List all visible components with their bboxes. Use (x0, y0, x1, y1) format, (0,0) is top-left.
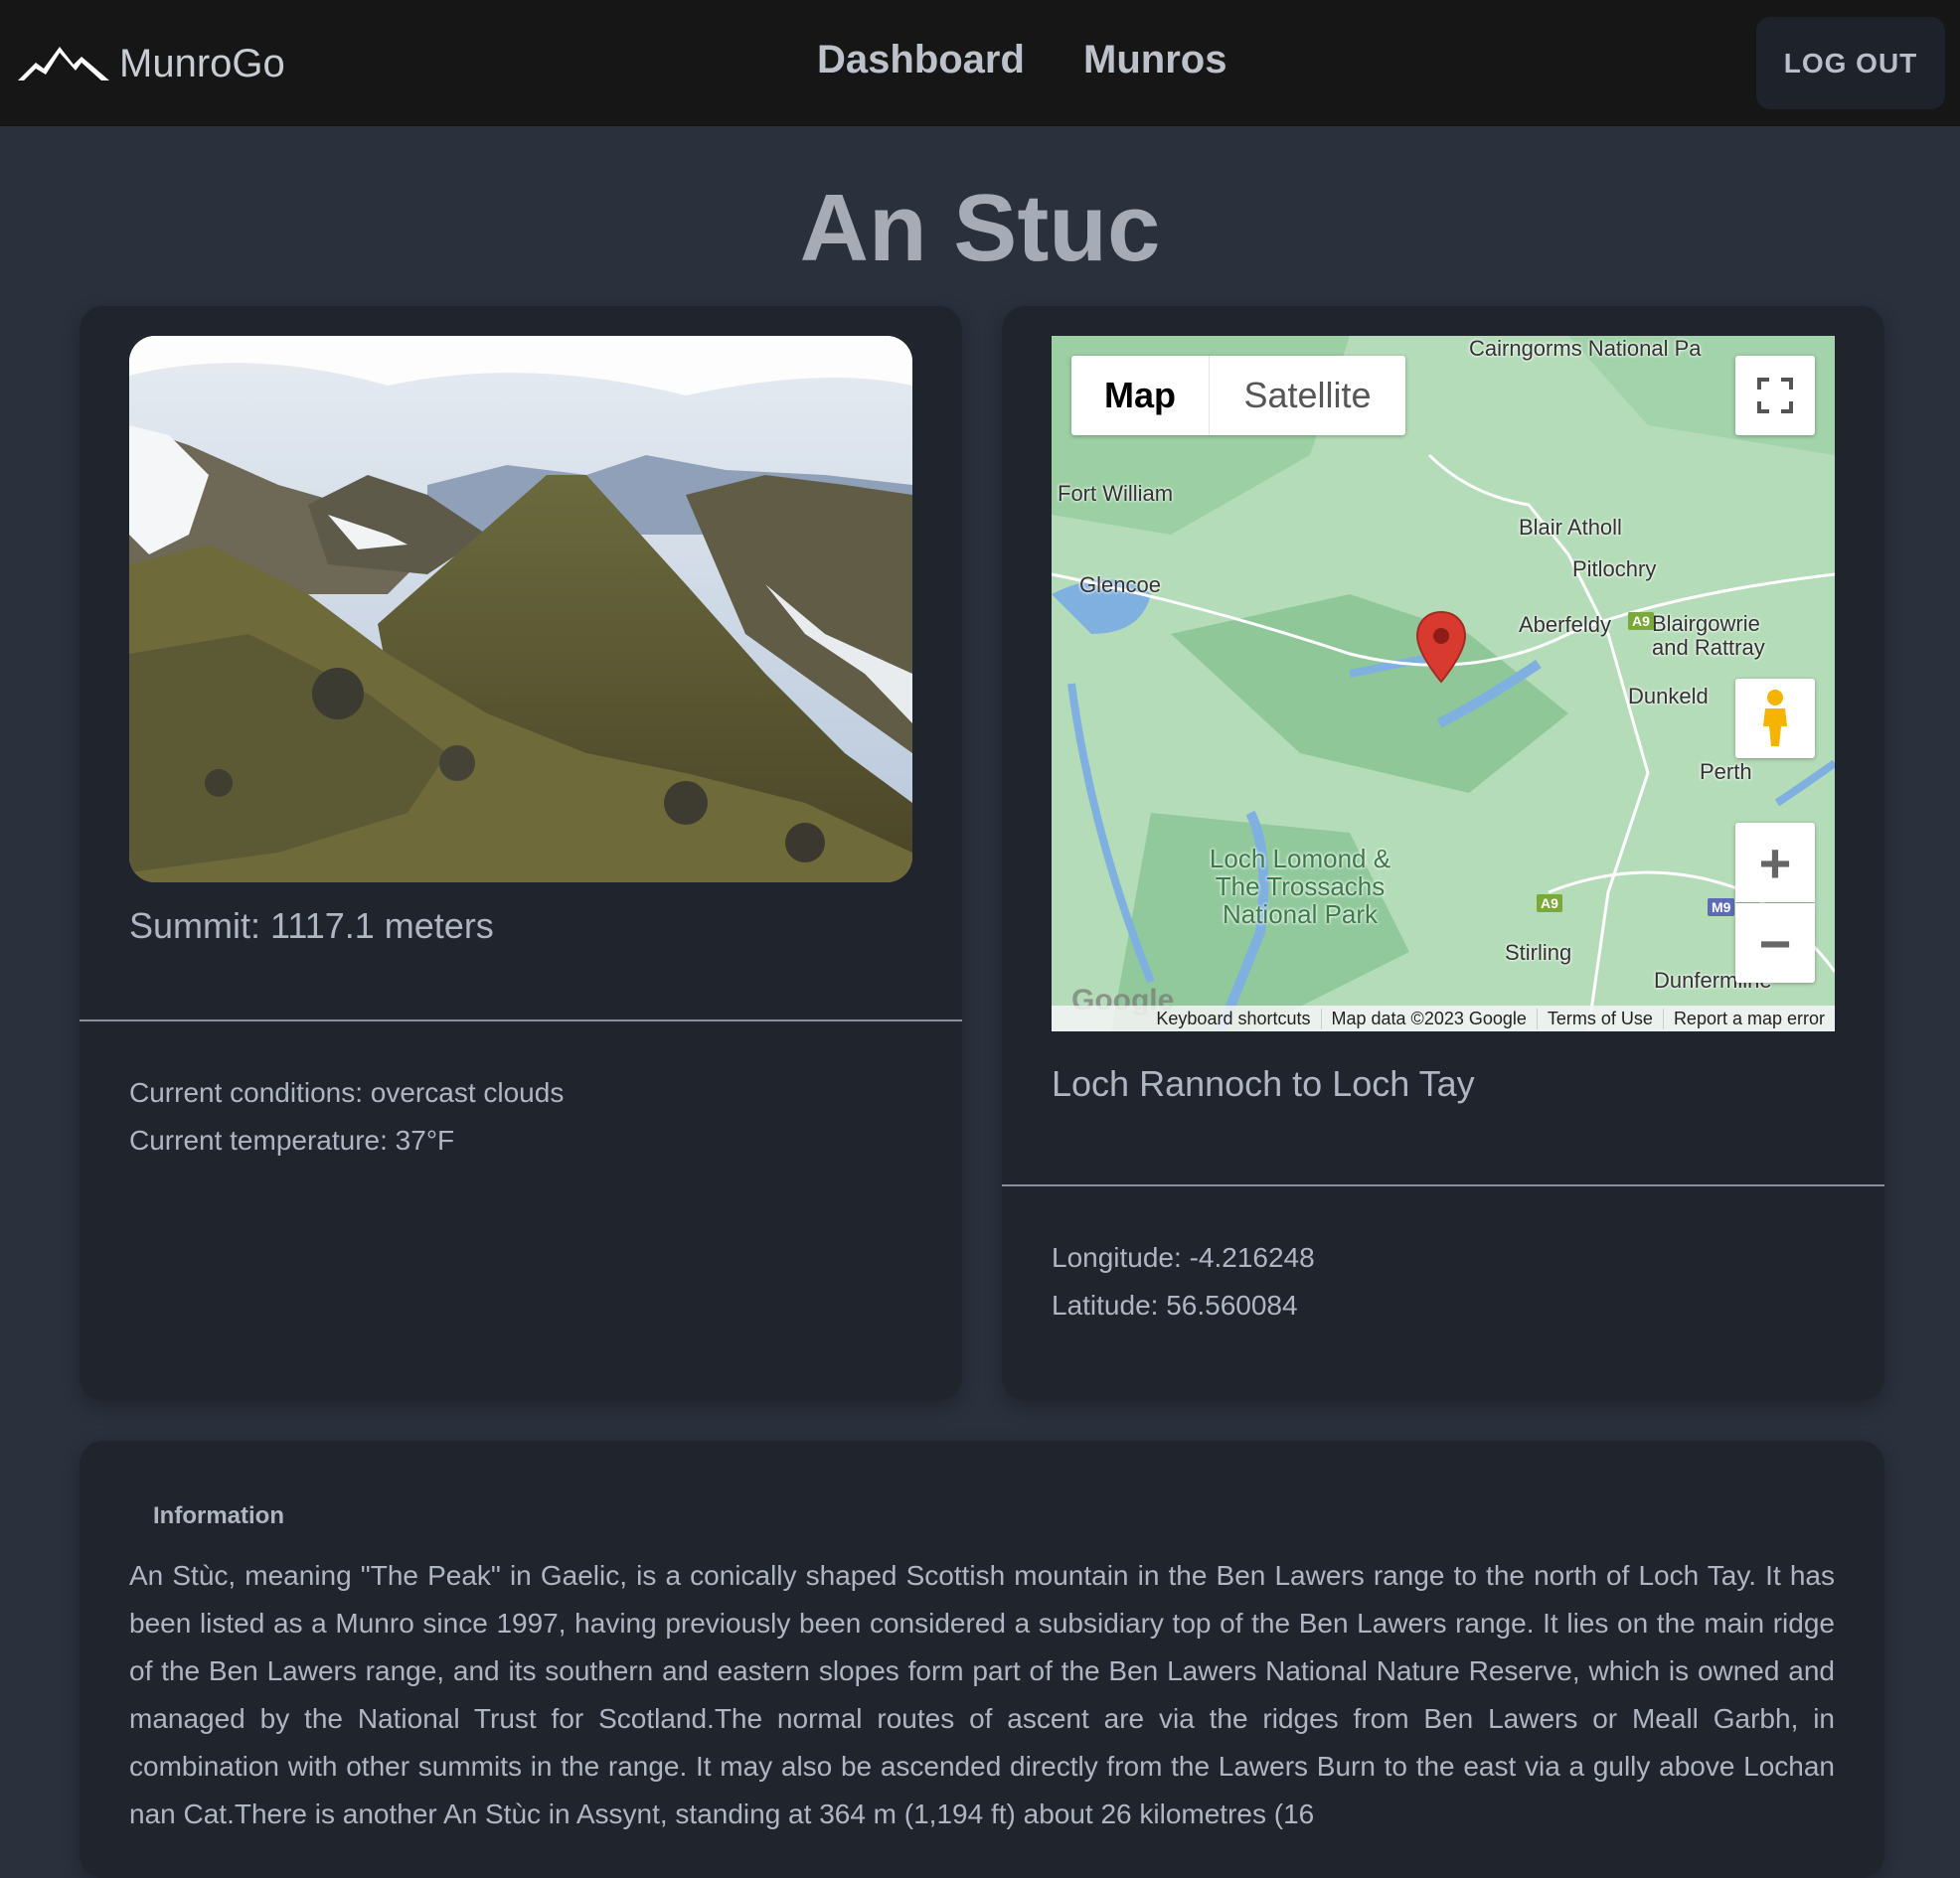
map-pin-icon[interactable] (1415, 610, 1467, 689)
map-label: Glencoe (1079, 572, 1161, 597)
mountain-logo-icon (18, 39, 109, 89)
divider (1002, 1184, 1884, 1186)
current-temperature: Current temperature: 37°F (129, 1125, 455, 1156)
map[interactable]: Map Satellite Cairngorms National Pa For… (1052, 336, 1835, 1031)
summit-height: Summit: 1117.1 meters (129, 905, 494, 946)
brand-name: MunroGo (119, 41, 285, 85)
zoom-out-icon[interactable]: − (1735, 903, 1815, 983)
mountain-photo (129, 336, 912, 882)
fullscreen-icon[interactable] (1735, 356, 1815, 435)
nav-link-munros[interactable]: Munros (1083, 38, 1226, 82)
divider (80, 1019, 962, 1021)
map-label: Aberfeldy (1519, 612, 1611, 637)
current-conditions: Current conditions: overcast clouds (129, 1077, 565, 1108)
map-label: Pitlochry (1572, 556, 1657, 581)
terms-of-use-link[interactable]: Terms of Use (1536, 1008, 1663, 1029)
map-label: Fort William (1058, 481, 1174, 506)
route-name: Loch Rannoch to Loch Tay (1052, 1063, 1475, 1104)
map-attribution: Keyboard shortcuts Map data ©2023 Google… (1052, 1006, 1835, 1031)
map-label: Blair Atholl (1519, 515, 1622, 540)
map-type-map-button[interactable]: Map (1071, 356, 1210, 435)
brand[interactable]: MunroGo (18, 40, 285, 87)
park-label: Loch Lomond & The Trossachs National Par… (1209, 844, 1391, 929)
summit-card: Summit: 1117.1 meters Current conditions… (80, 306, 962, 1401)
map-data-credit: Map data ©2023 Google (1320, 1008, 1537, 1029)
road-shield: A9 (1628, 612, 1654, 630)
logout-button[interactable]: LOG OUT (1756, 17, 1945, 109)
map-type-satellite-button[interactable]: Satellite (1210, 356, 1405, 435)
information-heading: Information (153, 1502, 284, 1529)
nav-link-dashboard[interactable]: Dashboard (817, 38, 1025, 82)
pegman-icon[interactable] (1735, 679, 1815, 758)
navbar: MunroGo Dashboard Munros LOG OUT (0, 0, 1960, 127)
map-type-toggle: Map Satellite (1071, 356, 1405, 435)
map-label: Dunkeld (1628, 684, 1709, 708)
map-label: Perth (1700, 759, 1752, 784)
zoom-in-icon[interactable]: + (1735, 823, 1815, 902)
map-label: Blairgowrie and Rattray (1652, 611, 1765, 660)
information-text: An Stùc, meaning "The Peak" in Gaelic, i… (129, 1560, 1835, 1829)
road-shield: A9 (1537, 894, 1562, 912)
longitude: Longitude: -4.216248 (1052, 1242, 1315, 1273)
page-title: An Stuc (799, 175, 1161, 281)
latitude: Latitude: 56.560084 (1052, 1290, 1298, 1321)
keyboard-shortcuts-link[interactable]: Keyboard shortcuts (1146, 1009, 1320, 1029)
report-map-error-link[interactable]: Report a map error (1662, 1008, 1835, 1029)
map-label: Cairngorms National Pa (1469, 336, 1702, 361)
information-card: Information An Stùc, meaning "The Peak" … (80, 1441, 1884, 1878)
location-card: Map Satellite Cairngorms National Pa For… (1002, 306, 1884, 1401)
map-label: Stirling (1505, 940, 1572, 965)
road-shield: M9 (1708, 898, 1735, 916)
